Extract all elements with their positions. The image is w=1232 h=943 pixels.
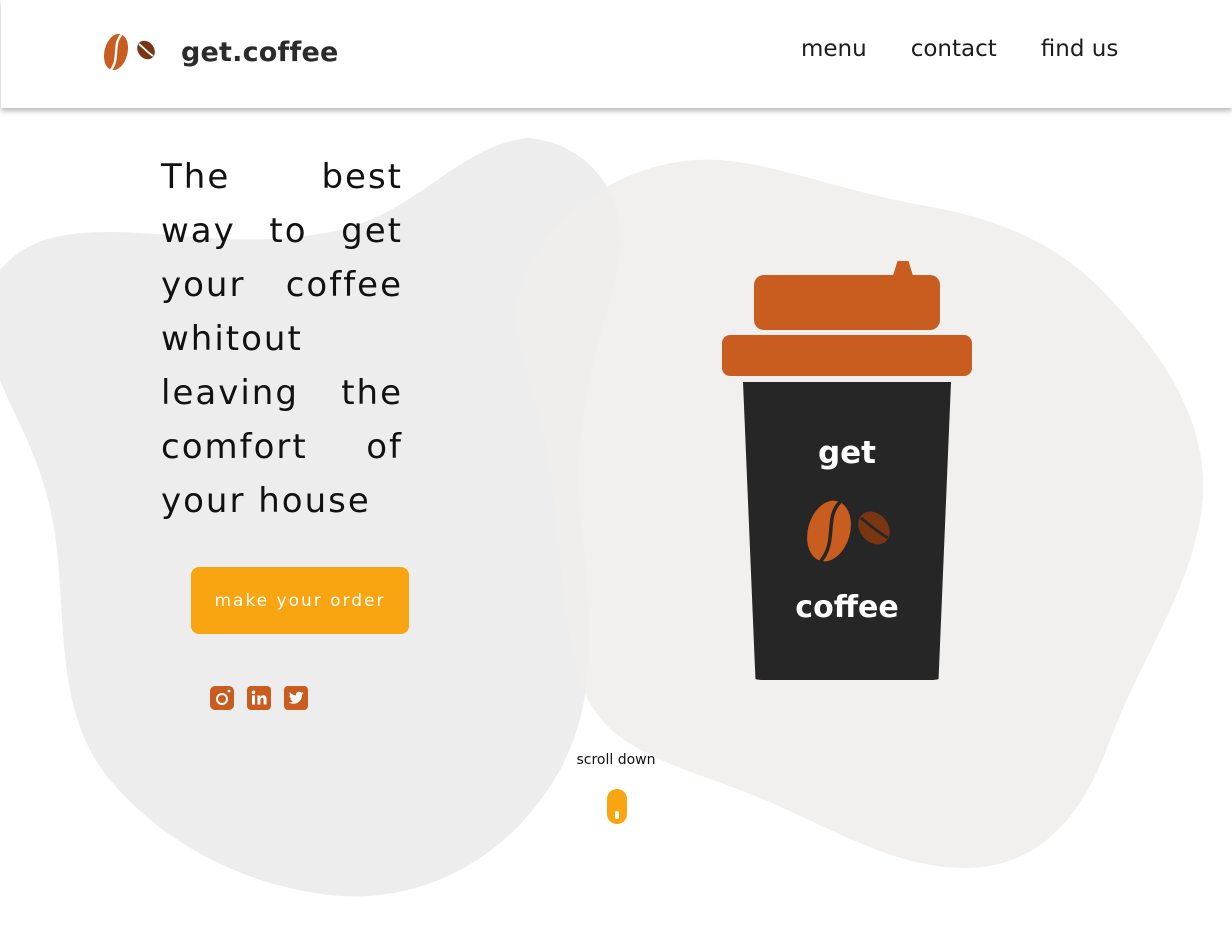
- scroll-down-label: scroll down: [576, 752, 656, 768]
- brand-logo-link[interactable]: get.coffee: [103, 31, 338, 73]
- linkedin-link[interactable]: [247, 686, 271, 710]
- instagram-link[interactable]: [210, 686, 234, 710]
- scroll-wheel-dot: [615, 811, 619, 819]
- nav-link-find-us[interactable]: find us: [1041, 33, 1119, 65]
- linkedin-icon: [247, 686, 271, 710]
- mouse-scroll-icon[interactable]: [607, 789, 627, 824]
- instagram-icon: [210, 686, 234, 710]
- main-nav: menu contact find us: [801, 33, 1118, 65]
- top-navbar: get.coffee menu contact find us: [1, 0, 1232, 108]
- coffee-beans-icon: [103, 33, 155, 71]
- cup-lid-top: [754, 275, 940, 330]
- landing-page: get.coffee menu contact find us The best…: [0, 0, 1232, 943]
- nav-link-contact[interactable]: contact: [911, 33, 997, 65]
- coffee-beans-icon: [807, 500, 890, 564]
- brand-name: get.coffee: [181, 36, 339, 68]
- make-order-button[interactable]: make your order: [191, 567, 409, 634]
- cup-lid-rim: [722, 335, 972, 376]
- twitter-link[interactable]: [284, 686, 308, 710]
- hero-headline: The best way to get your coffee whitout …: [161, 157, 403, 521]
- coffee-cup-illustration: get coffee: [720, 258, 976, 684]
- social-links: [210, 686, 308, 710]
- nav-link-menu[interactable]: menu: [801, 33, 867, 65]
- cup-label-coffee: coffee: [795, 590, 899, 625]
- cup-label-get: get: [817, 435, 877, 471]
- twitter-icon: [284, 686, 308, 710]
